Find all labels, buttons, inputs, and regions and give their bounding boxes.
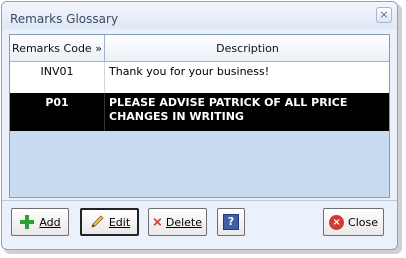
red-x-icon	[153, 218, 162, 226]
close-button[interactable]: × Close	[323, 208, 384, 236]
description-cell: PLEASE ADVISE PATRICK OF ALL PRICE CHANG…	[109, 96, 348, 123]
column-header-remarks-code[interactable]: Remarks Code »	[10, 35, 105, 61]
column-header-description[interactable]: Description	[106, 35, 389, 61]
table-row-selected[interactable]: P01 PLEASE ADVISE PATRICK OF ALL PRICE C…	[10, 93, 389, 131]
window-title: Remarks Glossary	[10, 12, 119, 26]
window-close-button[interactable]: ×	[376, 7, 392, 23]
delete-button[interactable]: Delete	[148, 208, 207, 236]
remarks-code-cell: INV01	[10, 62, 105, 93]
title-bar[interactable]: Remarks Glossary ×	[2, 2, 397, 29]
grid-header: Remarks Code » Description	[10, 35, 389, 62]
edit-button[interactable]: Edit	[80, 208, 139, 236]
add-button[interactable]: Add	[11, 208, 69, 236]
edit-button-label: Edit	[108, 215, 131, 229]
toolbar-divider	[2, 200, 397, 201]
add-button-label: Add	[39, 215, 61, 229]
table-row[interactable]: INV01 Thank you for your business!	[10, 62, 389, 93]
close-circle-icon: ×	[329, 214, 345, 230]
remarks-grid[interactable]: Remarks Code » Description INV01 Thank y…	[9, 34, 390, 198]
remarks-code-cell: P01	[10, 93, 105, 131]
pencil-icon	[91, 215, 104, 228]
remarks-glossary-window: Remarks Glossary × Remarks Code » Descri…	[1, 1, 398, 250]
help-button[interactable]: ?	[217, 208, 245, 236]
help-icon: ?	[223, 214, 239, 230]
description-cell: Thank you for your business!	[109, 65, 270, 78]
close-button-label: Close	[348, 215, 378, 229]
close-x-icon: ×	[379, 8, 389, 21]
plus-icon	[19, 214, 35, 230]
delete-button-label: Delete	[165, 215, 202, 229]
